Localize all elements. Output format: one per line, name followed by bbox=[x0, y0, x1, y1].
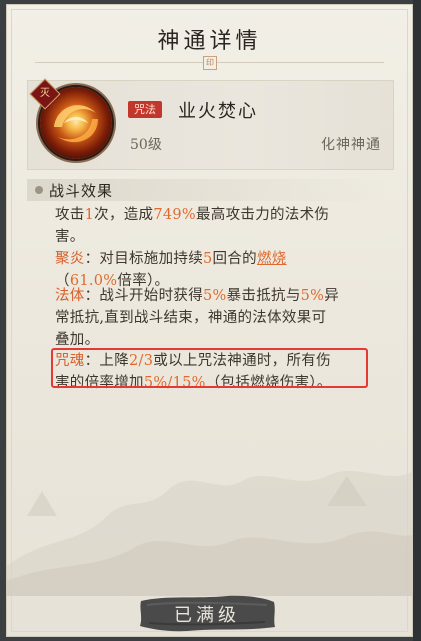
skill-type-tag: 咒法 bbox=[128, 101, 162, 118]
skill-name: 业火焚心 bbox=[178, 101, 258, 122]
skill-card: 灭 咒法 业火焚心 50级 化神神通 bbox=[27, 78, 394, 170]
skill-detail-panel: 神通详情 印 灭 咒法 业火焚心 50级 化神神通 战斗效果 攻击1次，造成74… bbox=[6, 4, 414, 637]
right-edge-strip bbox=[413, 0, 421, 641]
effect-main: 攻击1次，造成749%最高攻击力的法术伤 害。 bbox=[55, 207, 330, 245]
seal-icon: 印 bbox=[203, 56, 217, 70]
battle-effect-header: 战斗效果 bbox=[27, 179, 394, 201]
ink-landscape bbox=[7, 471, 414, 596]
max-level-button[interactable]: 已满级 bbox=[137, 593, 277, 633]
max-level-label: 已满级 bbox=[174, 605, 240, 626]
section-bullet-icon bbox=[35, 186, 43, 194]
annotation-highlight-box bbox=[51, 348, 368, 388]
skill-level: 50级 bbox=[130, 137, 162, 153]
burn-link[interactable]: 燃烧 bbox=[257, 251, 287, 267]
effect-fati: 法体：战斗开始时获得5%暴击抵抗与5%异 常抵抗,直到战斗结束，神通的法体效果可叠… bbox=[55, 288, 340, 348]
skill-realm: 化神神通 bbox=[321, 137, 381, 153]
section-title: 战斗效果 bbox=[49, 182, 114, 200]
panel-title: 神通详情 bbox=[157, 29, 262, 54]
